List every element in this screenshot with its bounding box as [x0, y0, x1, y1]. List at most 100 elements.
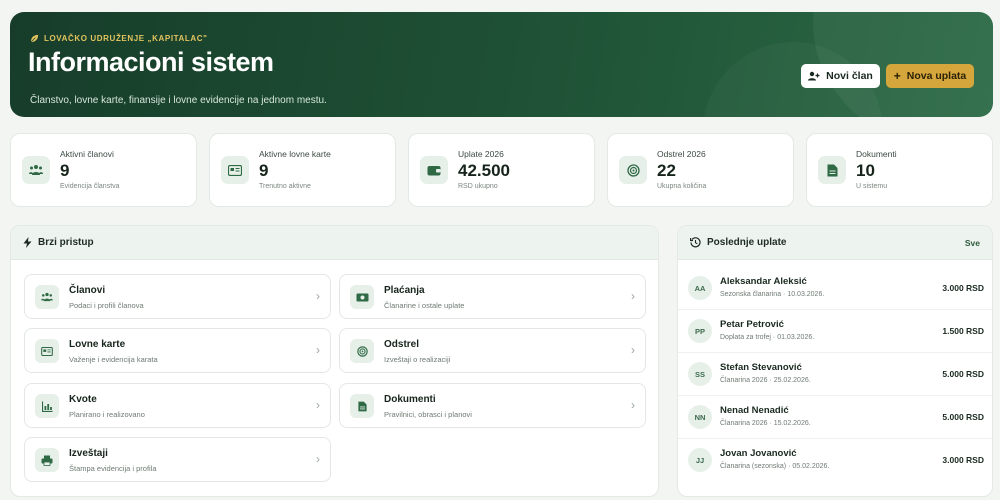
stat-value: 10 [856, 161, 875, 180]
stat-value: 42.500 [458, 161, 510, 180]
payer-name: Petar Petrović [720, 319, 784, 330]
stat-sub: RSD ukupno [458, 183, 498, 190]
stat-label: Aktivni članovi [60, 149, 114, 159]
payment-row[interactable]: PP Petar Petrović Doplata za trofej · 01… [678, 310, 992, 353]
payment-row[interactable]: NN Nenad Nenadić Članarina 2026 · 15.02.… [678, 396, 992, 439]
quick-link-documents[interactable]: Dokumenti Pravilnici, obrasci i planovi … [339, 383, 646, 428]
payment-row[interactable]: JJ Jovan Jovanović Članarina (sezonska) … [678, 439, 992, 482]
stat-card-payments: Uplate 2026 42.500 RSD ukupno [408, 133, 595, 207]
avatar: PP [688, 319, 712, 343]
target-icon [619, 156, 647, 184]
payer-name: Jovan Jovanović [720, 448, 797, 459]
payment-amount: 5.000 RSD [942, 412, 984, 422]
organization-name-text: LOVAČKO UDRUŽENJE „KAPITALAC" [44, 34, 208, 43]
quick-access-panel: Brzi pristup Članovi Podaci i profili čl… [10, 225, 659, 497]
quick-link-reports[interactable]: Izveštaji Štampa evidencija i profila › [24, 437, 331, 482]
stat-sub: Trenutno aktivne [259, 183, 311, 190]
recent-payments-panel: Poslednje uplate Sve AA Aleksandar Aleks… [677, 225, 993, 497]
new-payment-button[interactable]: + Nova uplata [886, 64, 974, 88]
chevron-right-icon: › [316, 289, 320, 303]
quick-link-title: Dokumenti [384, 394, 436, 405]
payment-row[interactable]: SS Stefan Stevanović Članarina 2026 · 25… [678, 353, 992, 396]
leaf-icon [30, 34, 39, 43]
history-icon [690, 237, 701, 248]
quick-link-title: Lovne karte [69, 339, 126, 350]
new-payment-label: Nova uplata [906, 70, 967, 82]
payment-meta: Članarina (sezonska) · 05.02.2026. [720, 463, 830, 470]
stat-card-active-members: Aktivni članovi 9 Evidencija članstva [10, 133, 197, 207]
quick-link-title: Odstrel [384, 339, 420, 350]
quick-link-sub: Važenje i evidencija karata [69, 355, 158, 364]
quick-link-hunting-cards[interactable]: Lovne karte Važenje i evidencija karata … [24, 328, 331, 373]
chevron-right-icon: › [316, 343, 320, 357]
payment-row[interactable]: AA Aleksandar Aleksić Sezonska članarina… [678, 267, 992, 310]
quick-link-sub: Podaci i profili članova [69, 301, 144, 310]
payment-amount: 3.000 RSD [942, 455, 984, 465]
document-icon [350, 394, 374, 418]
stat-label: Uplate 2026 [458, 149, 504, 159]
stat-sub: Evidencija članstva [60, 183, 120, 190]
payment-amount: 3.000 RSD [942, 283, 984, 293]
stat-label: Odstrel 2026 [657, 149, 706, 159]
add-user-icon [808, 71, 820, 81]
stat-value: 9 [60, 161, 70, 180]
quick-link-sub: Članarine i ostale uplate [384, 301, 465, 310]
plus-icon: + [893, 69, 901, 83]
stat-sub: Ukupna količina [657, 183, 707, 190]
new-member-label: Novi član [826, 70, 873, 82]
members-icon [35, 285, 59, 309]
stat-label: Aktivne lovne karte [259, 149, 331, 159]
avatar: JJ [688, 448, 712, 472]
document-icon [818, 156, 846, 184]
stat-card-documents: Dokumenti 10 U sistemu [806, 133, 993, 207]
payment-amount: 5.000 RSD [942, 369, 984, 379]
quick-link-harvest[interactable]: Odstrel Izveštaji o realizaciji › [339, 328, 646, 373]
payment-amount: 1.500 RSD [942, 326, 984, 336]
stat-sub: U sistemu [856, 183, 888, 190]
payment-meta: Članarina 2026 · 25.02.2026. [720, 377, 811, 384]
chevron-right-icon: › [631, 289, 635, 303]
stat-card-active-cards: Aktivne lovne karte 9 Trenutno aktivne [209, 133, 396, 207]
payment-meta: Doplata za trofej · 01.03.2026. [720, 334, 815, 341]
quick-link-sub: Pravilnici, obrasci i planovi [384, 410, 472, 419]
recent-payments-header: Poslednje uplate Sve [678, 226, 992, 260]
quick-link-title: Članovi [69, 285, 106, 296]
chevron-right-icon: › [631, 398, 635, 412]
chevron-right-icon: › [631, 343, 635, 357]
avatar: NN [688, 405, 712, 429]
payment-meta: Članarina 2026 · 15.02.2026. [720, 420, 811, 427]
avatar: AA [688, 276, 712, 300]
quick-link-members[interactable]: Članovi Podaci i profili članova › [24, 274, 331, 319]
wallet-icon [420, 156, 448, 184]
stat-label: Dokumenti [856, 149, 897, 159]
chart-icon [35, 394, 59, 418]
quick-link-title: Kvote [69, 394, 97, 405]
quick-link-title: Izveštaji [69, 448, 108, 459]
quick-link-sub: Planirano i realizovano [69, 410, 145, 419]
quick-access-header: Brzi pristup [11, 226, 658, 260]
avatar: SS [688, 362, 712, 386]
stat-value: 9 [259, 161, 269, 180]
card-icon [221, 156, 249, 184]
lightning-icon [23, 237, 32, 248]
cash-icon [350, 285, 374, 309]
quick-link-quotas[interactable]: Kvote Planirano i realizovano › [24, 383, 331, 428]
chevron-right-icon: › [316, 398, 320, 412]
page-title: Informacioni sistem [28, 47, 274, 77]
stat-value: 22 [657, 161, 676, 180]
organization-name: LOVAČKO UDRUŽENJE „KAPITALAC" [30, 34, 208, 43]
payer-name: Aleksandar Aleksić [720, 276, 807, 287]
payment-meta: Sezonska članarina · 10.03.2026. [720, 291, 825, 298]
page-subtitle: Članstvo, lovne karte, finansije i lovne… [30, 95, 327, 106]
quick-access-title: Brzi pristup [38, 237, 94, 248]
card-icon [35, 339, 59, 363]
members-icon [22, 156, 50, 184]
payer-name: Stefan Stevanović [720, 362, 802, 373]
new-member-button[interactable]: Novi član [801, 64, 880, 88]
quick-link-payments[interactable]: Plaćanja Članarine i ostale uplate › [339, 274, 646, 319]
target-icon [350, 339, 374, 363]
view-all-link[interactable]: Sve [965, 238, 980, 248]
recent-payments-title: Poslednje uplate [707, 237, 787, 248]
hero-banner: LOVAČKO UDRUŽENJE „KAPITALAC" Informacio… [10, 12, 993, 117]
quick-link-sub: Štampa evidencija i profila [69, 464, 157, 473]
